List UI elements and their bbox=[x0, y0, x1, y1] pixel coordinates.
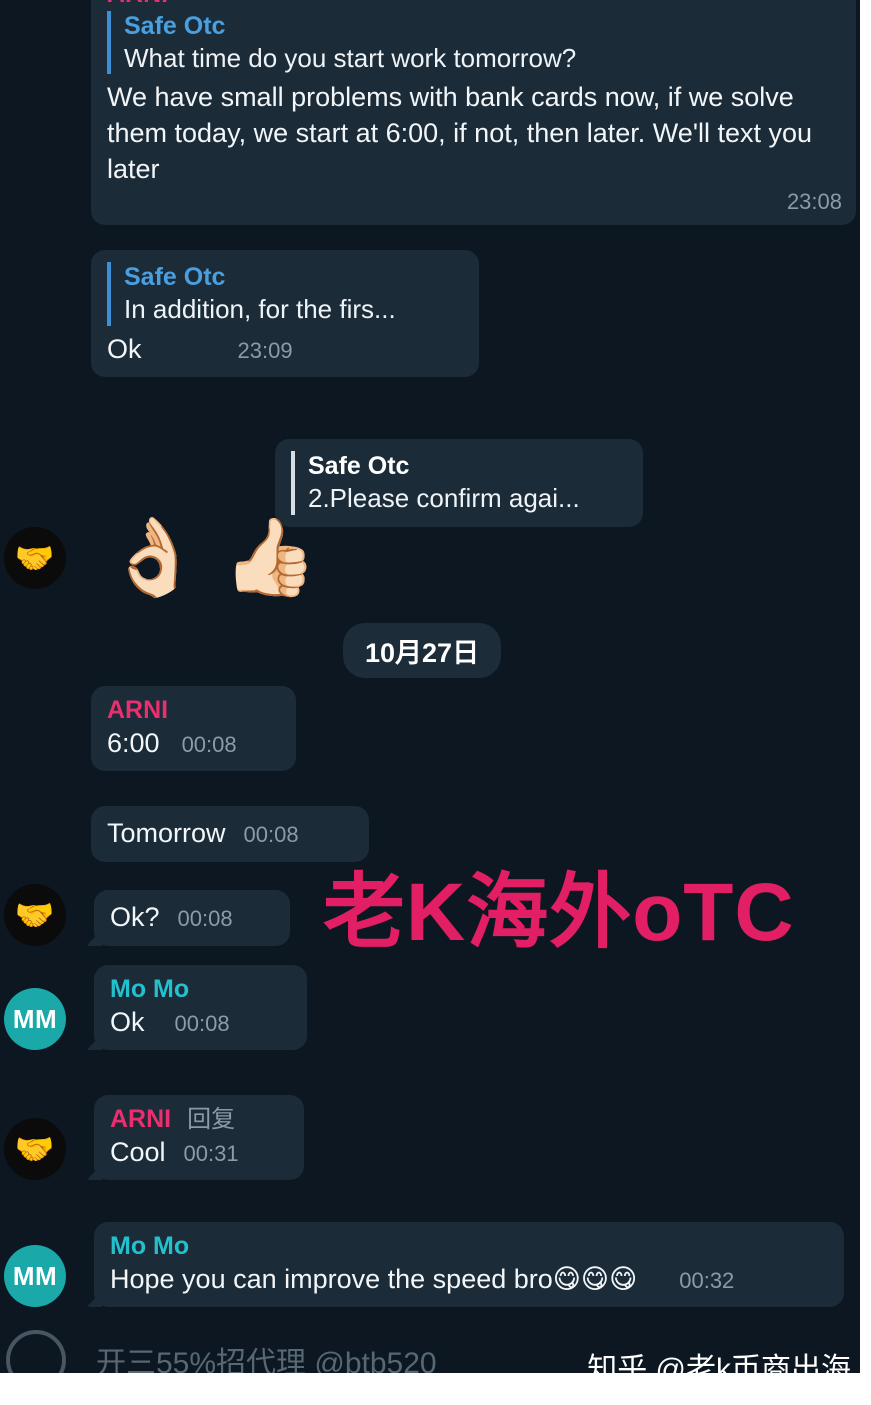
avatar-initials: MM bbox=[12, 1260, 58, 1291]
message-text-line: Ok 23:09 bbox=[107, 332, 465, 368]
message-row[interactable]: MM Mo Mo Ok 00:08 bbox=[4, 965, 307, 1051]
message-sender-name: ARNI bbox=[107, 696, 169, 724]
message-timestamp: 00:08 bbox=[181, 731, 237, 757]
quoted-message[interactable]: Safe Otc 2.Please confirm agai... bbox=[291, 451, 629, 515]
message-text: Tomorrow bbox=[107, 818, 226, 848]
message-text: Hope you can improve the speed bro bbox=[110, 1263, 553, 1294]
emoji-message-row[interactable]: 🤝 👌🏻 👍🏻 bbox=[4, 520, 317, 596]
message-bubble[interactable]: Mo Mo Ok 00:08 bbox=[94, 965, 307, 1051]
message-row[interactable]: MM Mo Mo Hope you can improve the speed … bbox=[4, 1222, 844, 1308]
message-row[interactable]: ARNI Safe Otc What time do you start wor… bbox=[91, 0, 856, 226]
quoted-message[interactable]: Safe Otc In addition, for the firs... bbox=[107, 262, 465, 326]
message-text: Cool bbox=[110, 1136, 166, 1167]
chat-message-list[interactable]: ARNI Safe Otc What time do you start wor… bbox=[0, 0, 860, 1373]
avatar[interactable]: MM bbox=[4, 1245, 66, 1308]
message-bubble[interactable]: ARNI 6:00 00:08 bbox=[91, 686, 296, 772]
message-row-partial[interactable]: 开三55%招代理 @btb520 bbox=[0, 1330, 437, 1373]
quoted-sender-name: Safe Otc bbox=[124, 263, 226, 291]
message-bubble[interactable]: Mo Mo Hope you can improve the speed bro… bbox=[94, 1222, 844, 1308]
quoted-message-text: 2.Please confirm agai... bbox=[308, 483, 580, 513]
savoring-face-icon: 😋😋😋 bbox=[552, 1263, 638, 1294]
message-text: Ok? bbox=[110, 902, 160, 933]
right-margin bbox=[860, 0, 871, 1405]
message-bubble[interactable]: Tomorrow 00:08 bbox=[91, 806, 369, 862]
message-text-line: Cool 00:31 bbox=[110, 1135, 290, 1171]
message-row[interactable]: Safe Otc In addition, for the firs... Ok… bbox=[91, 250, 479, 378]
message-text-line: 6:00 00:08 bbox=[107, 726, 282, 762]
message-bubble[interactable]: Safe Otc In addition, for the firs... Ok… bbox=[91, 250, 479, 378]
message-sender-name: Mo Mo bbox=[110, 975, 190, 1003]
quoted-sender-name: Safe Otc bbox=[124, 11, 226, 40]
sender-name-text: ARNI bbox=[110, 1105, 172, 1133]
message-bubble[interactable]: Ok? 00:08 bbox=[94, 890, 290, 946]
message-timestamp: 23:09 bbox=[237, 337, 293, 363]
avatar-initials: MM bbox=[12, 1003, 58, 1034]
handshake-icon: 🤝 bbox=[14, 897, 56, 933]
message-text-line: Hope you can improve the speed bro 😋😋😋 0… bbox=[110, 1262, 826, 1298]
quoted-sender-name: Safe Otc bbox=[308, 452, 410, 480]
quoted-message-text: What time do you start work tomorrow? bbox=[124, 42, 577, 73]
message-text-line: Ok? 00:08 bbox=[110, 900, 276, 936]
avatar[interactable]: 🤝 bbox=[4, 527, 66, 589]
footer-credit: 知乎 @老k币商出海 bbox=[587, 1353, 851, 1386]
avatar[interactable]: MM bbox=[4, 988, 66, 1051]
message-sender-name: ARNI bbox=[107, 0, 842, 9]
message-bubble[interactable]: Safe Otc 2.Please confirm agai... bbox=[275, 439, 643, 527]
ok-hand-icon: 👌🏻 bbox=[106, 515, 201, 600]
message-sender-name: ARNI 回复 bbox=[110, 1105, 290, 1134]
date-separator: 10月27日 bbox=[343, 623, 502, 678]
message-row[interactable]: ARNI 6:00 00:08 bbox=[91, 686, 296, 772]
message-sender-name: Mo Mo bbox=[110, 1232, 190, 1260]
message-text: We have small problems with bank cards n… bbox=[107, 82, 813, 184]
avatar[interactable]: 🤝 bbox=[4, 884, 66, 946]
avatar[interactable] bbox=[6, 1330, 66, 1373]
message-row[interactable]: 🤝 Ok? 00:08 bbox=[4, 884, 290, 946]
message-timestamp: 00:32 bbox=[679, 1267, 735, 1293]
quoted-message[interactable]: Safe Otc What time do you start work tom… bbox=[107, 10, 842, 75]
quoted-message-text: In addition, for the firs... bbox=[124, 294, 396, 324]
message-timestamp: 00:31 bbox=[183, 1140, 239, 1166]
reply-tag: 回复 bbox=[187, 1106, 236, 1133]
message-row[interactable]: Safe Otc 2.Please confirm agai... bbox=[275, 439, 643, 527]
screenshot-root: ARNI Safe Otc What time do you start wor… bbox=[0, 0, 871, 1405]
message-row[interactable]: Tomorrow 00:08 bbox=[91, 806, 369, 862]
avatar[interactable]: 🤝 bbox=[4, 1118, 66, 1181]
watermark-text: 老K海外oTC bbox=[323, 867, 795, 958]
thumbs-up-icon: 👍🏻 bbox=[222, 515, 318, 600]
handshake-icon: 🤝 bbox=[14, 540, 56, 576]
message-timestamp: 00:08 bbox=[177, 906, 233, 932]
message-bubble[interactable]: ARNI 回复 Cool 00:31 bbox=[94, 1095, 304, 1181]
message-text: Ok bbox=[107, 333, 142, 364]
message-timestamp: 00:08 bbox=[243, 822, 299, 847]
message-text-line: Ok 00:08 bbox=[110, 1005, 293, 1041]
message-text: 6:00 bbox=[107, 727, 160, 758]
handshake-icon: 🤝 bbox=[14, 1131, 56, 1168]
message-row[interactable]: 🤝 ARNI 回复 Cool 00:31 bbox=[4, 1095, 304, 1181]
message-text: Ok bbox=[110, 1006, 145, 1037]
message-timestamp: 23:08 bbox=[786, 189, 842, 215]
message-bubble[interactable]: ARNI Safe Otc What time do you start wor… bbox=[91, 0, 856, 226]
message-timestamp: 00:08 bbox=[174, 1010, 230, 1036]
message-text-line: Tomorrow 00:08 bbox=[107, 816, 355, 852]
message-text: 开三55%招代理 @btb520 bbox=[96, 1347, 437, 1373]
